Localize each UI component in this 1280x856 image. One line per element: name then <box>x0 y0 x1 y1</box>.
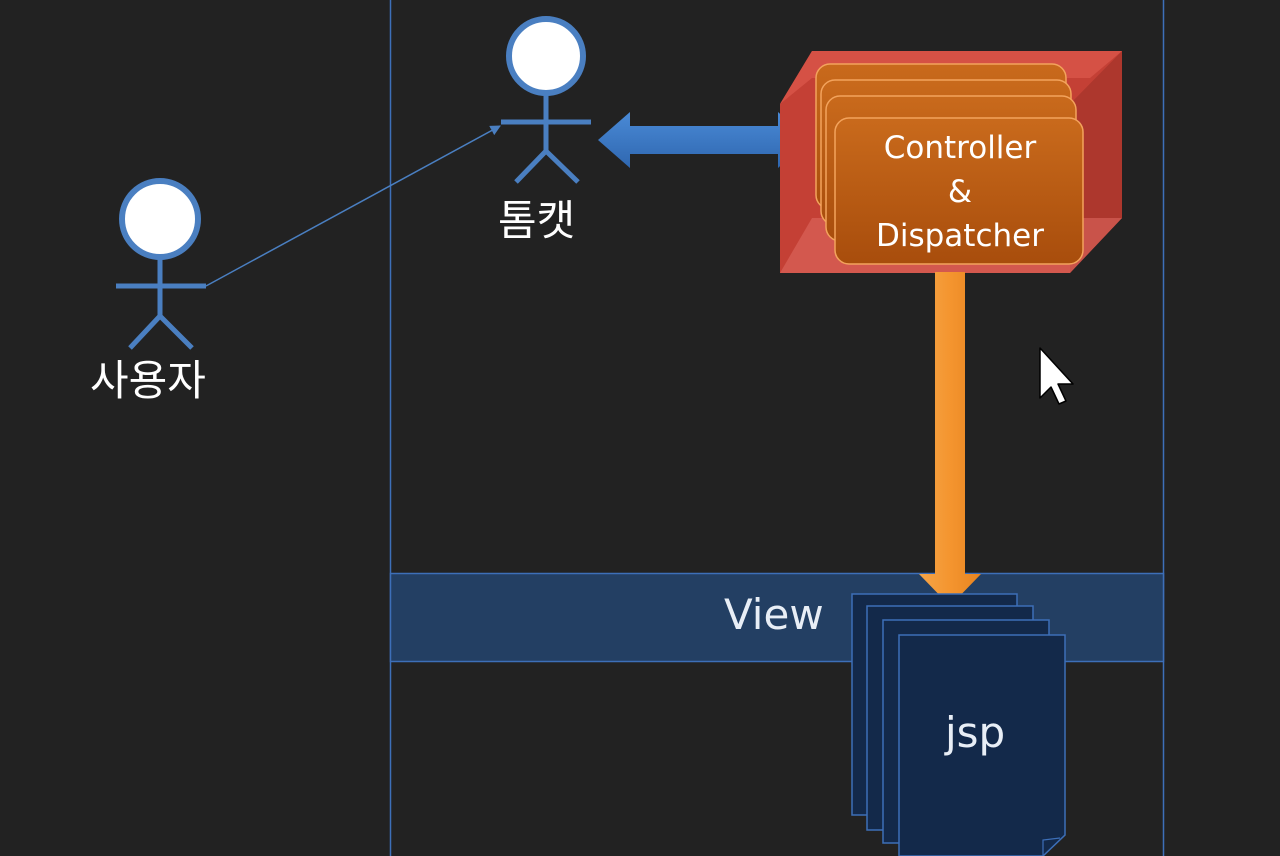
request-arrow <box>205 125 501 287</box>
user-actor-label: 사용자 <box>90 356 206 405</box>
jsp-label: jsp <box>945 708 1006 757</box>
controller-label-line3: Dispatcher <box>876 218 1044 254</box>
architecture-diagram <box>116 0 1165 856</box>
forward-arrow <box>919 272 981 606</box>
controller-label-line2: & <box>947 174 973 210</box>
user-actor-icon <box>116 178 206 350</box>
double-arrow <box>598 112 808 168</box>
controller-label: Controller & Dispatcher <box>836 126 1084 258</box>
view-label: View <box>724 590 824 639</box>
tomcat-actor-icon <box>501 16 591 184</box>
controller-label-line1: Controller <box>883 130 1037 166</box>
diagram-stage: 사용자 톰캣 Controller & Dispatcher View jsp <box>0 0 1280 856</box>
tomcat-actor-label: 톰캣 <box>498 196 576 245</box>
mouse-cursor-icon <box>1039 347 1074 405</box>
